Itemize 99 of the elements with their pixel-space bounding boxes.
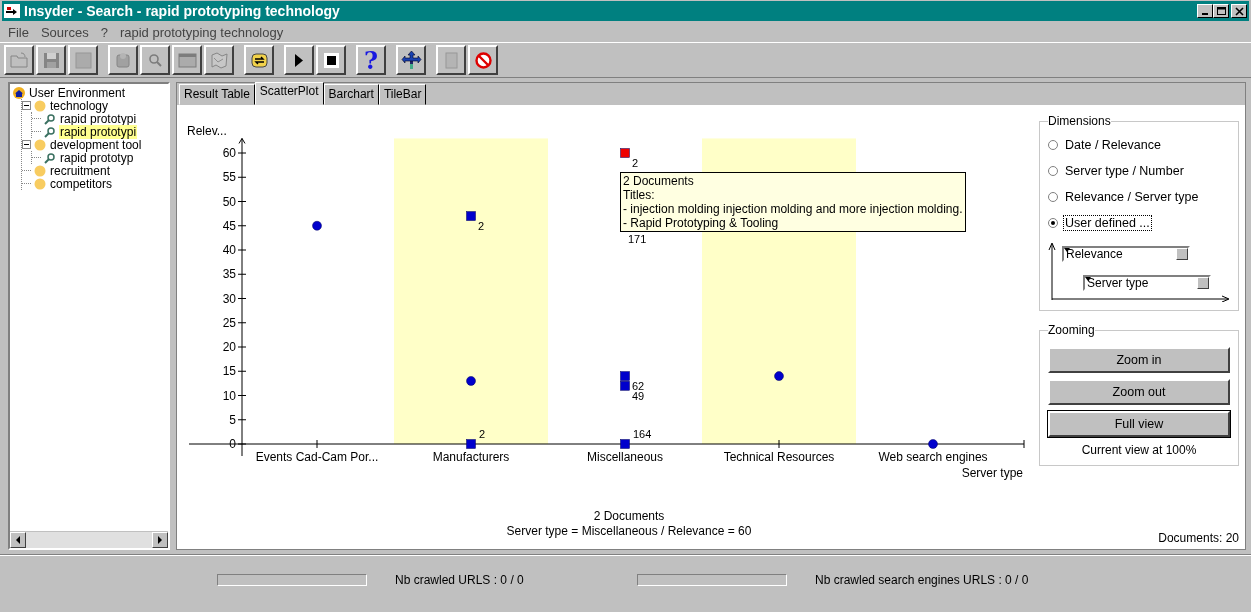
tree-item[interactable]: rapid prototyp [59, 150, 135, 165]
tab[interactable]: TileBar [378, 84, 427, 105]
menu-item[interactable]: Sources [34, 24, 95, 40]
window-title: Insyder - Search - rapid prototyping technology [24, 3, 341, 19]
radio-label[interactable]: Relevance / Server type [1063, 189, 1201, 205]
point-label: 164 [633, 428, 652, 440]
cancel-button[interactable] [468, 45, 498, 75]
radio-label[interactable]: User defined ... [1063, 215, 1152, 231]
radio-button[interactable] [1048, 192, 1058, 202]
signpost-icon [400, 49, 422, 71]
category-label: Web search engines [878, 450, 988, 464]
magnifier-icon [43, 151, 57, 164]
cancel-icon [472, 49, 494, 71]
tree-item[interactable]: competitors [49, 176, 114, 191]
tree-item[interactable]: technology [49, 98, 110, 113]
radio-button[interactable] [1048, 218, 1058, 228]
maximize-icon [1215, 5, 1227, 17]
square-icon [72, 49, 94, 71]
play-icon [295, 53, 303, 67]
tree-item[interactable]: recruitment [49, 163, 112, 178]
group-title: Dimensions [1048, 114, 1111, 128]
tree-item[interactable]: rapid prototypi [59, 124, 138, 139]
zoom-status: Current view at 100% [1080, 443, 1198, 457]
maximize-button[interactable] [1213, 4, 1229, 18]
tick-label: 0 [229, 437, 236, 451]
close-icon [1233, 5, 1245, 17]
tick-label: 15 [222, 364, 236, 379]
point-label: 171 [628, 233, 647, 245]
tooltip-text: - injection molding injection molding and more injection molding. [623, 202, 963, 216]
minimize-icon [1202, 13, 1208, 15]
zoom-button[interactable]: Full view [1048, 411, 1230, 437]
radio-label[interactable]: Date / Relevance [1063, 137, 1163, 153]
radio-button[interactable] [1048, 140, 1058, 150]
play-button[interactable] [284, 45, 314, 75]
status-text: Nb crawled search engines URLS : 0 / 0 [815, 573, 1029, 587]
zoom-button[interactable]: Zoom in [1048, 347, 1230, 373]
map-icon [208, 49, 230, 71]
status-text: Nb crawled URLS : 0 / 0 [395, 573, 524, 587]
close-button[interactable] [1231, 4, 1247, 18]
tick-label: 20 [222, 340, 236, 354]
tree-item[interactable]: User Environment [28, 85, 127, 100]
tick-label: 35 [222, 267, 236, 282]
tab[interactable]: Barchart [323, 84, 379, 105]
radio-button[interactable] [1048, 166, 1058, 176]
menu-item[interactable]: ? [94, 24, 114, 40]
tick-label: 10 [222, 388, 236, 403]
tick-label: 55 [222, 170, 236, 185]
category-label: Technical Resources [723, 450, 835, 464]
collapse-icon[interactable] [22, 101, 31, 110]
chart-caption: Server type = Miscellaneous / Relevance = 60 [506, 524, 752, 539]
scroll-right-icon [157, 536, 163, 544]
tick-label: 60 [222, 146, 236, 160]
tick-label: 40 [222, 243, 236, 257]
tree-item[interactable]: rapid prototypi [59, 111, 138, 126]
axis-title: Relev... [187, 124, 227, 138]
magnifier-icon [43, 112, 57, 125]
tooltip-text: Titles: [623, 188, 656, 202]
refresh-button[interactable] [244, 45, 274, 75]
document-count: Documents: 20 [1157, 531, 1239, 545]
dropdown-field[interactable]: Server type [1083, 275, 1211, 291]
chart-caption: 2 Documents [593, 509, 665, 524]
tick-label: 5 [229, 412, 236, 427]
scroll-left-icon [15, 536, 21, 544]
tick-label: 45 [222, 218, 236, 233]
category-label: Miscellaneous [587, 450, 663, 464]
tooltip-text: 2 Documents [623, 174, 695, 188]
data-point[interactable] [466, 376, 476, 386]
magnifier-icon [43, 125, 57, 138]
zoom-button[interactable]: Zoom out [1048, 379, 1230, 405]
axis-title: Server type [961, 466, 1023, 480]
signpost-button[interactable] [396, 45, 426, 75]
minimize-button[interactable] [1197, 4, 1213, 18]
category-label: Events Cad-Cam Por... [255, 450, 379, 464]
point-label: 2 [632, 157, 639, 169]
tab[interactable]: ScatterPlot [254, 82, 324, 105]
point-label: 2 [478, 220, 485, 233]
collapse-icon[interactable] [22, 140, 31, 149]
app-icon [4, 4, 20, 18]
point-label: 2 [479, 428, 486, 440]
data-point[interactable] [928, 439, 938, 449]
scroll-left-button[interactable] [10, 532, 26, 548]
scroll-right-button[interactable] [152, 532, 168, 548]
tree-item[interactable]: development tool [49, 137, 143, 152]
category-label: Manufacturers [432, 450, 510, 464]
tooltip-text: - Rapid Prototyping & Tooling [623, 216, 780, 230]
data-point[interactable] [312, 221, 322, 231]
tick-label: 50 [222, 194, 236, 209]
menu-item[interactable]: File [2, 24, 35, 40]
tab[interactable]: Result Table [179, 84, 255, 105]
data-point[interactable] [774, 371, 784, 381]
menu-item[interactable]: rapid prototyping technology [113, 24, 290, 40]
radio-label[interactable]: Server type / Number [1063, 163, 1186, 179]
home-icon [12, 86, 26, 99]
help-button[interactable]: ? [356, 45, 386, 75]
tick-label: 25 [222, 315, 236, 330]
group-title: Zooming [1048, 323, 1095, 337]
dropdown-field[interactable]: Relevance [1062, 246, 1190, 262]
stop-button[interactable] [316, 45, 346, 75]
tick-label: 30 [222, 291, 236, 306]
